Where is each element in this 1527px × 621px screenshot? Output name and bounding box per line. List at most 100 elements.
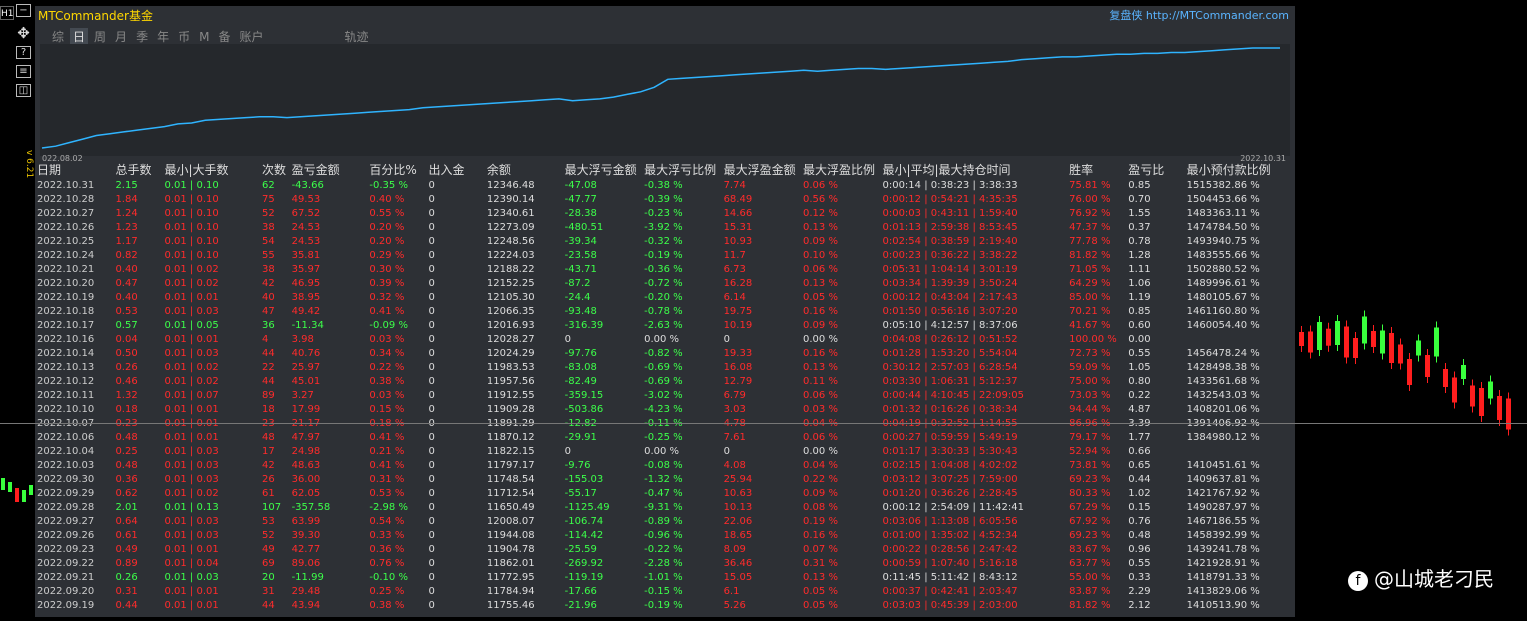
column-header[interactable]: 盈亏比	[1128, 161, 1186, 178]
table-row[interactable]: 2022.10.21 0.40 0.01 | 0.02 38 35.97 0.30 % 0 1…	[37, 262, 1295, 276]
table-row[interactable]: 2022.09.29 0.62 0.01 | 0.02 61 62.05 0.53 % 0 1…	[37, 486, 1295, 500]
column-header[interactable]: 最大浮亏比例	[644, 161, 723, 178]
table-row[interactable]: 2022.09.22 0.89 0.01 | 0.04 69 89.06 0.76 % 0 1…	[37, 556, 1295, 570]
table-row[interactable]: 2022.10.04 0.25 0.01 | 0.03 17 24.98 0.21 % 0 1…	[37, 444, 1295, 458]
column-header[interactable]: 余额	[487, 161, 565, 178]
table-cell: 2022.10.10	[37, 403, 95, 415]
table-cell: 0.41 %	[369, 305, 405, 317]
table-cell: 2022.10.24	[37, 249, 95, 261]
tab-3[interactable]: 月	[112, 28, 130, 45]
table-cell: 2022.10.26	[37, 221, 95, 233]
minimize-icon[interactable]: −	[16, 4, 31, 17]
settings-icon[interactable]: ≡	[16, 65, 31, 78]
table-row[interactable]: 2022.10.18 0.53 0.01 | 0.03 47 49.42 0.41 % 0 1…	[37, 304, 1295, 318]
table-cell: 62	[262, 179, 275, 191]
column-header[interactable]: 最大浮盈金额	[724, 161, 803, 178]
table-cell: 0.16 %	[803, 529, 838, 541]
column-header[interactable]: 百分比%	[369, 161, 428, 178]
table-cell: 2022.10.03	[37, 459, 95, 471]
tab-1[interactable]: 日	[70, 28, 89, 45]
table-row[interactable]: 2022.10.10 0.18 0.01 | 0.01 18 17.99 0.15 % 0 1…	[37, 402, 1295, 416]
table-row[interactable]: 2022.10.25 1.17 0.01 | 0.10 54 24.53 0.20 % 0 1…	[37, 234, 1295, 248]
table-row[interactable]: 2022.10.20 0.47 0.01 | 0.02 42 46.95 0.39 % 0 1…	[37, 276, 1295, 290]
column-header[interactable]: 最小预付款比例	[1187, 161, 1295, 178]
tab-5[interactable]: 年	[154, 28, 172, 45]
table-cell: 0	[428, 445, 435, 457]
table-cell: 11870.12	[486, 431, 535, 443]
table-row[interactable]: 2022.10.14 0.50 0.01 | 0.03 44 40.76 0.34 % 0 1…	[37, 346, 1295, 360]
table-cell: 0:01:50 | 0:56:16 | 3:07:20	[882, 305, 1018, 317]
table-cell: 0.76 %	[369, 557, 405, 569]
column-header[interactable]: 最小|平均|最大持仓时间	[882, 161, 1069, 178]
table-cell: 63.77 %	[1069, 557, 1111, 569]
table-cell: 1489996.61 %	[1186, 277, 1260, 289]
candle	[1425, 355, 1430, 377]
help-icon[interactable]: ?	[16, 46, 31, 59]
table-cell: -0.89 %	[644, 515, 683, 527]
column-header[interactable]: 最大浮盈比例	[803, 161, 882, 178]
table-row[interactable]: 2022.10.11 1.32 0.01 | 0.07 89 3.27 0.03 % 0 11…	[37, 388, 1295, 402]
table-cell: 0.41 %	[369, 459, 405, 471]
crosshair-line	[0, 423, 1527, 424]
window-icon[interactable]: ◫	[16, 84, 31, 97]
table-row[interactable]: 2022.09.26 0.61 0.01 | 0.03 52 39.30 0.33 % 0 1…	[37, 528, 1295, 542]
table-row[interactable]: 2022.09.21 0.26 0.01 | 0.03 20 -11.99 -0.10 %…	[37, 570, 1295, 584]
column-header[interactable]: 胜率	[1069, 161, 1128, 178]
column-header[interactable]: 次数	[262, 161, 292, 178]
table-cell: 0.04	[115, 333, 138, 345]
table-row[interactable]: 2022.10.06 0.48 0.01 | 0.01 48 47.97 0.41 % 0 1…	[37, 430, 1295, 444]
column-header[interactable]: 盈亏金额	[292, 161, 370, 178]
table-cell: 73.03 %	[1069, 389, 1111, 401]
column-header[interactable]: 出入金	[429, 161, 487, 178]
table-row[interactable]: 2022.10.24 0.82 0.01 | 0.10 55 35.81 0.29 % 0 1…	[37, 248, 1295, 262]
table-cell: 54	[262, 235, 275, 247]
table-cell: 0.01 | 0.03	[164, 515, 219, 527]
table-row[interactable]: 2022.10.12 0.46 0.01 | 0.02 44 45.01 0.38 % 0 1…	[37, 374, 1295, 388]
tab-8[interactable]: 备	[215, 28, 233, 45]
table-cell: 11909.28	[486, 403, 535, 415]
table-row[interactable]: 2022.10.13 0.26 0.01 | 0.02 22 25.97 0.22 % 0 1…	[37, 360, 1295, 374]
table-cell: 0:04:08 | 0:26:12 | 0:51:52	[882, 333, 1018, 345]
tab-2[interactable]: 周	[91, 28, 109, 45]
table-cell: 1502880.52 %	[1186, 263, 1260, 275]
tab-6[interactable]: 币	[175, 28, 193, 45]
table-row[interactable]: 2022.09.19 0.44 0.01 | 0.01 44 43.94 0.38 % 0 1…	[37, 598, 1295, 612]
table-row[interactable]: 2022.10.28 1.84 0.01 | 0.10 75 49.53 0.40 % 0 1…	[37, 192, 1295, 206]
table-cell: 0.01 | 0.13	[164, 501, 219, 513]
site-link[interactable]: 复盘侠 http://MTCommander.com	[1109, 7, 1289, 23]
table-cell: 24.53	[291, 235, 321, 247]
tab-10[interactable]: 轨迹	[342, 28, 372, 45]
column-header[interactable]: 最大浮亏金额	[565, 161, 644, 178]
table-cell: 0.09 %	[803, 319, 838, 331]
table-cell: 71.05 %	[1069, 263, 1111, 275]
column-header[interactable]: 日期	[37, 161, 115, 178]
table-row[interactable]: 2022.09.30 0.36 0.01 | 0.03 26 36.00 0.31 % 0 1…	[37, 472, 1295, 486]
table-cell: 29.48	[291, 585, 321, 597]
table-cell	[1187, 332, 1295, 346]
table-cell: 1439241.78 %	[1186, 543, 1260, 555]
table-row[interactable]: 2022.10.16 0.04 0.01 | 0.01 4 3.98 0.03 % 0 120…	[37, 332, 1295, 346]
table-row[interactable]: 2022.10.26 1.23 0.01 | 0.10 38 24.53 0.20 % 0 1…	[37, 220, 1295, 234]
tab-4[interactable]: 季	[133, 28, 151, 45]
table-cell: 12273.09	[486, 221, 535, 233]
table-cell: 0.22	[1128, 389, 1151, 401]
table-row[interactable]: 2022.09.28 2.01 0.01 | 0.13 107 -357.58 -2.98…	[37, 500, 1295, 514]
table-row[interactable]: 2022.09.20 0.31 0.01 | 0.01 31 29.48 0.25 % 0 1…	[37, 584, 1295, 598]
table-row[interactable]: 2022.10.31 2.15 0.01 | 0.10 62 -43.66 -0.35 %…	[37, 178, 1295, 192]
table-row[interactable]: 2022.09.23 0.49 0.01 | 0.01 49 42.77 0.36 % 0 1…	[37, 542, 1295, 556]
table-row[interactable]: 2022.10.19 0.40 0.01 | 0.01 40 38.95 0.32 % 0 1…	[37, 290, 1295, 304]
table-cell: 0:00:59 | 1:07:40 | 5:16:18	[882, 557, 1018, 569]
tab-9[interactable]: 账户	[236, 28, 266, 45]
column-header[interactable]: 最小|大手数	[164, 161, 262, 178]
move-icon[interactable]: ✥	[16, 26, 31, 41]
table-row[interactable]: 2022.09.27 0.64 0.01 | 0.03 53 63.99 0.54 % 0 1…	[37, 514, 1295, 528]
table-row[interactable]: 2022.10.27 1.24 0.01 | 0.10 52 67.52 0.55 % 0 1…	[37, 206, 1295, 220]
tab-7[interactable]: M	[196, 30, 212, 44]
table-cell: 0.44	[115, 599, 138, 611]
table-cell: 40	[262, 291, 275, 303]
table-row[interactable]: 2022.10.03 0.48 0.01 | 0.03 42 48.63 0.41 % 0 1…	[37, 458, 1295, 472]
table-cell: -25.59	[564, 543, 597, 555]
tab-0[interactable]: 综	[49, 28, 67, 45]
table-row[interactable]: 2022.10.17 0.57 0.01 | 0.05 36 -11.34 -0.09 %…	[37, 318, 1295, 332]
column-header[interactable]: 总手数	[115, 161, 164, 178]
